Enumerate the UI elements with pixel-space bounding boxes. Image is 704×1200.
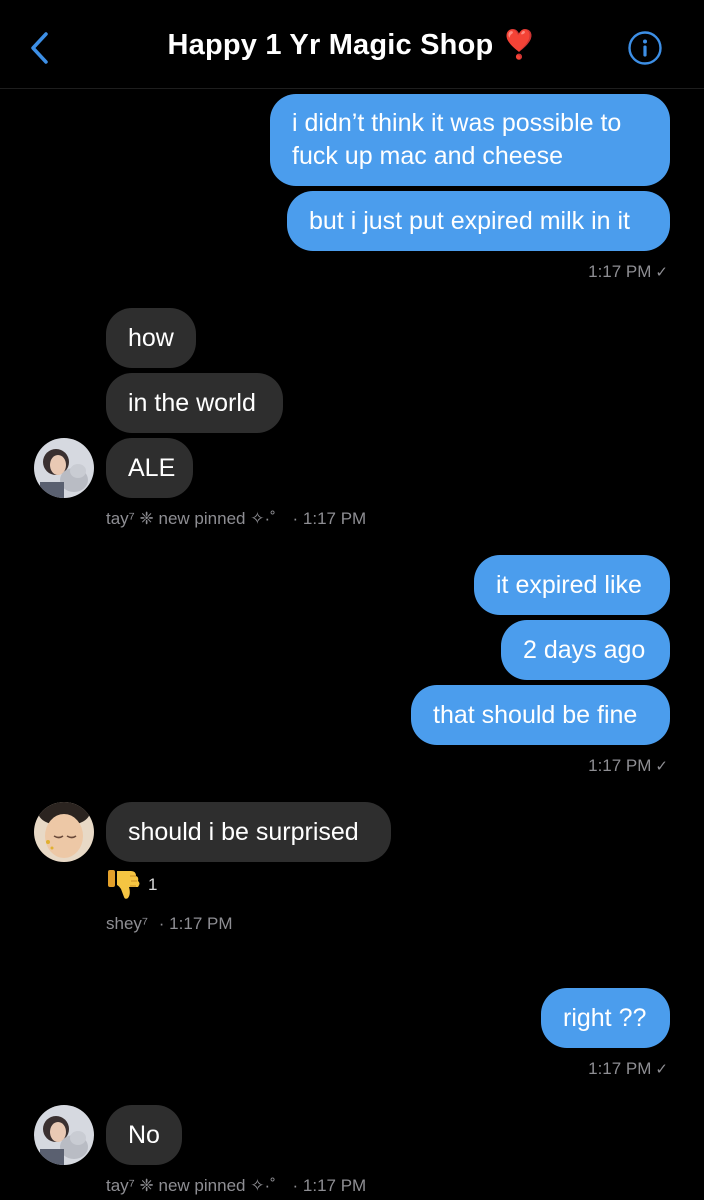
avatar-image [34,802,94,862]
message-timestamp: 1:17 PM ✓ [588,756,668,775]
sender-name: shey⁷ [106,914,149,933]
conversation-header: Happy 1 Yr Magic Shop ❣️ [0,0,704,89]
outgoing-message[interactable]: 2 days ago [501,620,670,680]
sender-meta: shey⁷ · 1:17 PM [106,914,233,934]
sent-check-icon: ✓ [655,1061,668,1078]
avatar[interactable] [34,1105,94,1165]
incoming-message[interactable]: should i be surprised [106,802,391,862]
avatar[interactable] [34,802,94,862]
conversation-title-text: Happy 1 Yr Magic Shop [167,29,494,61]
avatar-image [34,438,94,498]
info-icon[interactable] [628,31,662,65]
message-timestamp: 1:17 PM ✓ [588,262,668,281]
conversation-title[interactable]: Happy 1 Yr Magic Shop ❣️ [0,28,704,62]
message-time: · 1:17 PM [292,509,367,528]
sender-name: tay⁷ ❈ new pinned ✧·˚ [106,1176,276,1195]
outgoing-message[interactable]: i didn’t think it was possible to fuck u… [270,94,670,186]
incoming-message[interactable]: in the world [106,373,283,433]
incoming-message[interactable]: how [106,308,196,368]
message-time: · 1:17 PM [292,1176,367,1195]
message-reaction[interactable]: 1 [106,868,157,902]
thumbs-down-icon [108,870,140,899]
sender-name: tay⁷ ❈ new pinned ✧·˚ [106,509,276,528]
sender-meta: tay⁷ ❈ new pinned ✧·˚ · 1:17 PM [106,509,366,529]
avatar[interactable] [34,438,94,498]
outgoing-message[interactable]: but i just put expired milk in it [287,191,670,251]
sent-check-icon: ✓ [655,264,668,281]
outgoing-message[interactable]: right ?? [541,988,670,1048]
message-timestamp: 1:17 PM ✓ [588,1059,668,1078]
reaction-count: 1 [148,875,158,894]
sender-meta: tay⁷ ❈ new pinned ✧·˚ · 1:17 PM [106,1176,366,1196]
message-time: · 1:17 PM [158,914,233,933]
incoming-message[interactable]: No [106,1105,182,1165]
heart-exclamation-icon: ❣️ [501,29,537,60]
sent-check-icon: ✓ [655,758,668,775]
incoming-message[interactable]: ALE [106,438,193,498]
outgoing-message[interactable]: it expired like [474,555,670,615]
outgoing-message[interactable]: that should be fine [411,685,670,745]
avatar-image [34,1105,94,1165]
